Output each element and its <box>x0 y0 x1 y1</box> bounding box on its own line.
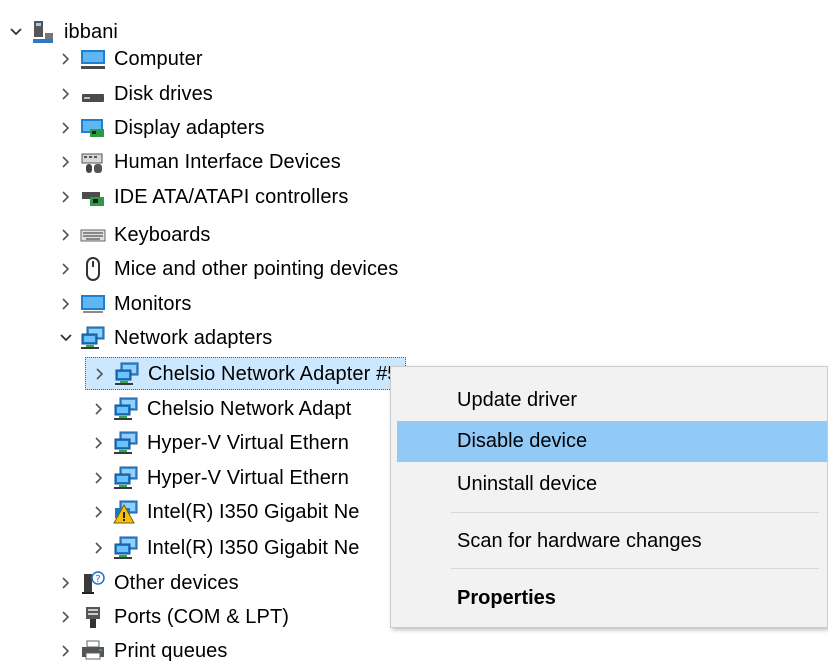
tree-node-hyperv-2[interactable]: Hyper-V Virtual Ethern <box>85 461 349 494</box>
tree-node-label: Network adapters <box>114 326 273 349</box>
context-menu: Update driver Disable device Uninstall d… <box>390 366 828 628</box>
tree-node-intel-2[interactable]: Intel(R) I350 Gigabit Ne <box>85 531 360 564</box>
network-adapter-icon <box>113 465 139 491</box>
hid-icon <box>80 149 106 175</box>
chevron-right-icon[interactable] <box>52 42 80 75</box>
ide-controller-icon <box>80 184 106 210</box>
tree-node-label: Print queues <box>114 639 228 662</box>
tree-node-label: Intel(R) I350 Gigabit Ne <box>147 536 360 559</box>
chevron-right-icon[interactable] <box>52 180 80 213</box>
chevron-right-icon[interactable] <box>86 357 114 390</box>
computer-icon <box>80 46 106 72</box>
keyboard-icon <box>80 222 106 248</box>
tree-node-label: Hyper-V Virtual Ethern <box>147 431 349 454</box>
tree-node-label: Chelsio Network Adapter #5 <box>148 362 399 385</box>
other-devices-icon: ? <box>80 570 106 596</box>
tree-node-hyperv-1[interactable]: Hyper-V Virtual Ethern <box>85 426 349 459</box>
tree-node-label: ibbani <box>64 20 118 43</box>
menu-separator <box>451 512 819 513</box>
tree-node-label: Keyboards <box>114 223 211 246</box>
menu-item-label: Disable device <box>457 430 588 452</box>
monitor-icon <box>80 291 106 317</box>
tree-node-mice[interactable]: Mice and other pointing devices <box>52 252 398 285</box>
tree-node-label: Disk drives <box>114 82 213 105</box>
network-adapter-icon <box>114 361 140 387</box>
chevron-right-icon[interactable] <box>85 495 113 528</box>
chevron-right-icon[interactable] <box>52 566 80 599</box>
network-adapter-icon <box>113 535 139 561</box>
chevron-right-icon[interactable] <box>85 392 113 425</box>
tree-node-chelsio-5[interactable]: Chelsio Network Adapter #5 <box>85 357 406 390</box>
menu-item-properties[interactable]: Properties <box>397 578 827 619</box>
tree-node-label: Chelsio Network Adapt <box>147 397 352 420</box>
tree-node-keyboards[interactable]: Keyboards <box>52 218 211 251</box>
chevron-right-icon[interactable] <box>85 531 113 564</box>
tree-node-print-queues[interactable]: Print queues <box>52 634 228 667</box>
network-adapter-icon <box>113 430 139 456</box>
tree-node-label: IDE ATA/ATAPI controllers <box>114 185 349 208</box>
menu-item-update-driver[interactable]: Update driver <box>397 380 827 421</box>
tree-node-label: Other devices <box>114 571 239 594</box>
port-icon <box>80 604 106 630</box>
tree-node-label: Ports (COM & LPT) <box>114 605 290 628</box>
chevron-right-icon[interactable] <box>85 461 113 494</box>
chevron-right-icon[interactable] <box>52 287 80 320</box>
menu-item-label: Scan for hardware changes <box>457 530 702 552</box>
chevron-down-icon[interactable] <box>2 15 30 48</box>
network-adapter-icon <box>80 325 106 351</box>
chevron-right-icon[interactable] <box>52 111 80 144</box>
tree-node-chelsio[interactable]: Chelsio Network Adapt <box>85 392 351 425</box>
svg-text:?: ? <box>95 574 100 585</box>
network-adapter-icon <box>113 396 139 422</box>
computer-tree-root-icon <box>30 19 56 45</box>
tree-node-label: Hyper-V Virtual Ethern <box>147 466 349 489</box>
tree-node-ports[interactable]: Ports (COM & LPT) <box>52 600 289 633</box>
tree-node-computer[interactable]: Computer <box>52 42 203 75</box>
chevron-right-icon[interactable] <box>52 77 80 110</box>
tree-node-intel-1[interactable]: Intel(R) I350 Gigabit Ne <box>85 495 360 528</box>
tree-node-label: Intel(R) I350 Gigabit Ne <box>147 500 360 523</box>
mouse-icon <box>80 256 106 282</box>
menu-item-disable-device[interactable]: Disable device <box>397 421 827 462</box>
menu-item-uninstall-device[interactable]: Uninstall device <box>397 464 827 505</box>
chevron-right-icon[interactable] <box>52 252 80 285</box>
disk-drive-icon <box>80 81 106 107</box>
tree-node-label: Monitors <box>114 292 192 315</box>
chevron-right-icon[interactable] <box>52 218 80 251</box>
tree-node-disk-drives[interactable]: Disk drives <box>52 77 213 110</box>
chevron-down-icon[interactable] <box>52 321 80 354</box>
chevron-right-icon[interactable] <box>52 145 80 178</box>
menu-item-label: Uninstall device <box>457 473 598 495</box>
menu-item-label: Properties <box>457 587 556 609</box>
tree-node-other-devices[interactable]: ? Other devices <box>52 566 239 599</box>
tree-node-monitors[interactable]: Monitors <box>52 287 192 320</box>
tree-node-display-adapters[interactable]: Display adapters <box>52 111 265 144</box>
menu-item-label: Update driver <box>457 389 578 411</box>
network-adapter-warning-icon <box>113 499 139 525</box>
chevron-right-icon[interactable] <box>52 600 80 633</box>
chevron-right-icon[interactable] <box>52 634 80 667</box>
tree-node-network-adapters[interactable]: Network adapters <box>52 321 272 354</box>
tree-node-label: Mice and other pointing devices <box>114 257 399 280</box>
menu-separator <box>451 568 819 569</box>
tree-node-ide-controllers[interactable]: IDE ATA/ATAPI controllers <box>52 180 348 213</box>
tree-node-hid[interactable]: Human Interface Devices <box>52 145 341 178</box>
menu-item-scan-hardware[interactable]: Scan for hardware changes <box>397 521 827 562</box>
tree-node-label: Human Interface Devices <box>114 150 341 173</box>
tree-node-label: Display adapters <box>114 116 265 139</box>
display-adapter-icon <box>80 115 106 141</box>
printer-icon <box>80 638 106 664</box>
chevron-right-icon[interactable] <box>85 426 113 459</box>
tree-node-label: Computer <box>114 47 203 70</box>
